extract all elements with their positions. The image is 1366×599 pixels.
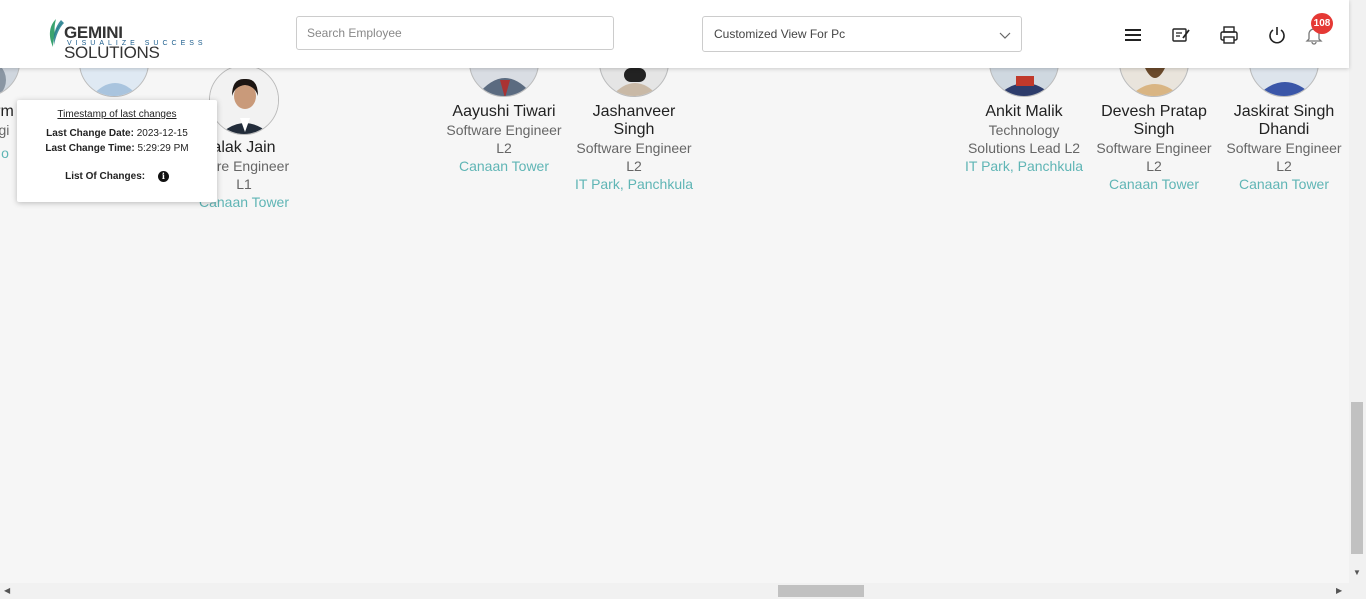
employee-avatar[interactable] bbox=[209, 65, 279, 135]
last-change-date-label: Last Change Date: bbox=[46, 128, 134, 139]
view-select-value: Customized View For Pc bbox=[714, 27, 846, 41]
employee-card[interactable]: Aayushi Tiwari Software Engineer L2 Cana… bbox=[434, 103, 574, 175]
edit-note-icon[interactable] bbox=[1171, 25, 1191, 45]
employee-role: Technology bbox=[988, 122, 1060, 138]
print-icon[interactable] bbox=[1219, 25, 1239, 45]
leaf-logo-icon bbox=[49, 19, 64, 47]
scroll-right-arrow-icon[interactable]: ▶ bbox=[1336, 586, 1342, 595]
employee-role: Software Engineer bbox=[576, 140, 692, 156]
last-change-tooltip: Timestamp of last changes Last Change Da… bbox=[17, 100, 217, 202]
scroll-down-arrow-icon[interactable]: ▼ bbox=[1353, 568, 1361, 577]
employee-card[interactable]: Ankit Malik Technology Solutions Lead L2… bbox=[954, 103, 1094, 175]
employee-name: Jashanveer bbox=[592, 103, 676, 120]
employee-card[interactable]: Devesh Pratap Singh Software Engineer L2… bbox=[1084, 103, 1224, 193]
top-header: GEMINI SOLUTIONS VISUALIZE SUCCESS Custo… bbox=[0, 0, 1349, 68]
menu-icon[interactable] bbox=[1123, 25, 1143, 45]
employee-name: Devesh Pratap bbox=[1101, 103, 1207, 120]
employee-level: Solutions Lead L2 bbox=[967, 140, 1081, 156]
employee-card[interactable]: Jashanveer Singh Software Engineer L2 IT… bbox=[564, 103, 704, 193]
last-change-date-row: Last Change Date: 2023-12-15 bbox=[17, 128, 217, 139]
chevron-down-icon bbox=[999, 32, 1011, 39]
list-of-changes-row: List Of Changes: i bbox=[17, 171, 217, 182]
employee-name: Aayushi Tiwari bbox=[452, 103, 556, 120]
employee-level: L2 bbox=[1146, 158, 1162, 174]
employee-location[interactable]: IT Park, Panchkula bbox=[564, 175, 704, 193]
employee-location[interactable]: Canaan Tower bbox=[1214, 175, 1354, 193]
last-change-time-row: Last Change Time: 5:29:29 PM bbox=[17, 143, 217, 154]
employee-location[interactable]: Canaan Tower bbox=[1084, 175, 1224, 193]
employee-name-cont: Singh bbox=[1133, 121, 1175, 138]
employee-level: L2 bbox=[496, 140, 512, 156]
employee-role: Software Engineer bbox=[1096, 140, 1212, 156]
brand-tagline: VISUALIZE SUCCESS bbox=[67, 40, 207, 47]
employee-name-cont: Singh bbox=[613, 121, 655, 138]
horizontal-scrollbar[interactable] bbox=[0, 583, 1349, 599]
employee-name-cont: Dhandi bbox=[1258, 121, 1310, 138]
scrollbar-corner bbox=[1349, 583, 1366, 599]
vertical-scrollbar-thumb[interactable] bbox=[1351, 402, 1363, 554]
employee-role: Software Engineer bbox=[1226, 140, 1342, 156]
company-logo[interactable]: GEMINI SOLUTIONS VISUALIZE SUCCESS bbox=[47, 18, 217, 62]
view-select[interactable]: Customized View For Pc bbox=[702, 16, 1022, 52]
employee-name: Jaskirat Singh bbox=[1233, 103, 1335, 120]
employee-card[interactable]: Jaskirat Singh Dhandi Software Engineer … bbox=[1214, 103, 1354, 193]
notification-badge[interactable]: 108 bbox=[1311, 13, 1333, 34]
employee-role: Software Engineer bbox=[446, 122, 562, 138]
employee-location[interactable]: IT Park, Panchkula bbox=[954, 157, 1094, 175]
power-icon[interactable] bbox=[1267, 25, 1287, 45]
tooltip-title: Timestamp of last changes bbox=[57, 109, 177, 120]
list-of-changes-label: List Of Changes: bbox=[65, 171, 146, 183]
info-icon[interactable]: i bbox=[157, 171, 169, 182]
last-change-time-value: 5:29:29 PM bbox=[137, 143, 189, 154]
last-change-time-label: Last Change Time: bbox=[45, 143, 135, 154]
search-input[interactable] bbox=[296, 16, 614, 50]
employee-name: Ankit Malik bbox=[985, 103, 1063, 120]
employee-level: L2 bbox=[626, 158, 642, 174]
horizontal-scrollbar-thumb[interactable] bbox=[778, 585, 864, 597]
last-change-date-value: 2023-12-15 bbox=[136, 128, 188, 139]
employee-location[interactable]: Canaan Tower bbox=[434, 157, 574, 175]
employee-level: L2 bbox=[1276, 158, 1292, 174]
scroll-left-arrow-icon[interactable]: ◀ bbox=[4, 586, 10, 595]
